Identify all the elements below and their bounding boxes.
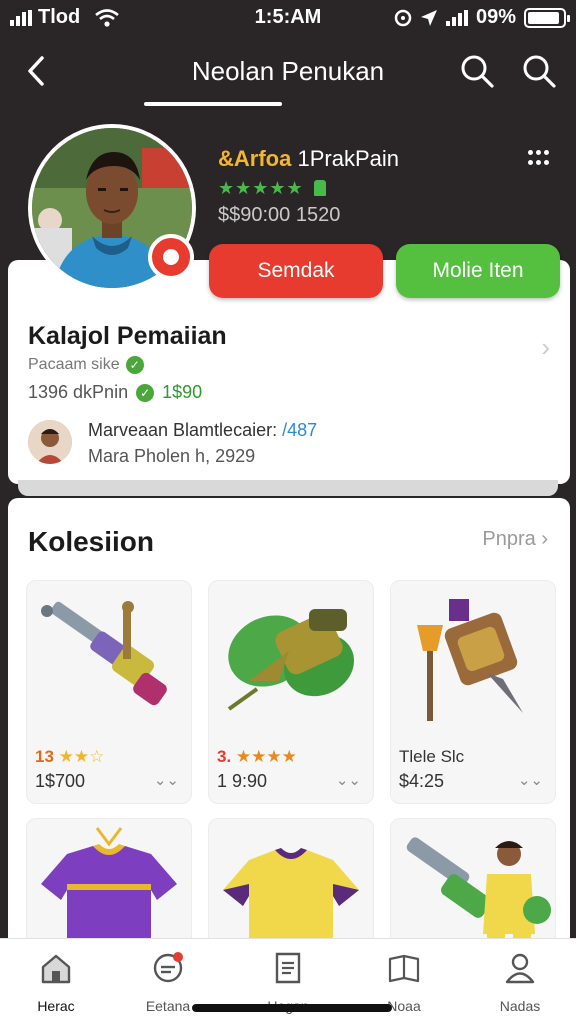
item-price: $4:25 (399, 771, 445, 791)
verified-check-icon: ✓ (125, 356, 144, 374)
battery-percent: 09% (475, 6, 516, 28)
info-title: Kalajol Pemaiian (28, 322, 227, 350)
collection-item[interactable] (208, 818, 374, 964)
top-app-bar: Neolan Penukan (0, 36, 576, 106)
chevron-right-icon: › (541, 528, 548, 550)
more-options-icon[interactable] (526, 146, 552, 172)
seller-price: $$90:00 1520 (218, 204, 341, 226)
collection-item[interactable]: Tlele Slc $4:25 ⌄⌄ (390, 580, 556, 804)
primary-action-button[interactable]: Semdak (209, 244, 383, 298)
status-bar: Tlod 1:5:AM 09% (0, 0, 576, 36)
item-rating-stars: ★★★★ (235, 747, 297, 766)
buyer-date: Mara Pholen h, 2929 (88, 446, 256, 466)
nav-home[interactable]: Herac (6, 951, 106, 1014)
rating-stars: ★★★★★ (218, 178, 304, 198)
title-underline (144, 102, 282, 106)
buyer-id[interactable]: /487 (282, 420, 317, 440)
collection-item[interactable]: 3. ★★★★ 1 9:90 ⌄⌄ (208, 580, 374, 804)
drill-gun-image (41, 601, 167, 706)
item-rating: 3. ★★★★ (217, 747, 297, 767)
profile-icon (505, 953, 535, 984)
info-subtitle: Pacaam sike ✓ (28, 356, 144, 374)
item-rating-number: 13 (35, 747, 54, 766)
seller-name-text: 1PrakPain (297, 146, 399, 171)
cell-signal-icon (445, 9, 468, 26)
buyer-avatar[interactable] (28, 420, 72, 464)
search-icon[interactable] (520, 52, 558, 90)
trophy-icon (313, 180, 326, 196)
item-price: 1$700 (35, 771, 86, 791)
collection-item[interactable] (390, 818, 556, 964)
green-drill-image (227, 609, 355, 711)
seller-name: &Arfoa 1PrakPain (218, 146, 399, 172)
favorite-badge-icon[interactable] (148, 234, 194, 280)
item-rating-stars: ★★☆ (58, 747, 105, 766)
buyer-name-text: Marveaan Blamtlecaier: (88, 420, 278, 440)
seller-name-prefix: &Arfoa (218, 146, 292, 171)
item-rating: Tlele Slc (399, 747, 465, 766)
alarm-icon (394, 9, 412, 26)
collection-see-all-link[interactable]: Pnpra › (482, 528, 548, 551)
card-divider (18, 480, 558, 496)
item-rating-number: 3. (217, 747, 232, 766)
collection-item[interactable] (26, 818, 192, 964)
chat-icon (153, 952, 183, 983)
nav-home-label: Herac (37, 998, 75, 1014)
info-subtitle-text: Pacaam sike (28, 356, 120, 373)
secondary-action-button[interactable]: Molie Iten (396, 244, 560, 298)
chevron-down-icon[interactable]: ⌄⌄ (518, 771, 543, 789)
location-icon (420, 9, 437, 26)
hammer-blade-image (417, 599, 523, 721)
chevron-right-icon[interactable]: › (541, 332, 550, 363)
see-all-label: Pnpra (482, 528, 536, 550)
verified-check-icon: ✓ (136, 383, 155, 402)
seller-rating: ★★★★★ (218, 178, 326, 199)
person-icon (28, 420, 72, 464)
search-icon[interactable] (458, 52, 496, 90)
item-price: 1 9:90 (217, 771, 268, 791)
document-icon (275, 952, 301, 984)
battery-icon (524, 7, 570, 28)
book-icon (388, 954, 420, 983)
item-rating: 13 ★★☆ (35, 747, 104, 767)
home-icon (41, 954, 71, 984)
collection-title: Kolesiion (28, 526, 155, 557)
chevron-down-icon[interactable]: ⌄⌄ (336, 771, 361, 789)
chevron-down-icon[interactable]: ⌄⌄ (154, 771, 179, 789)
info-meta-count: 1396 dkPnin (28, 382, 129, 402)
collection-item[interactable]: 13 ★★☆ 1$700 ⌄⌄ (26, 580, 192, 804)
nav-profile-label: Nadas (499, 998, 541, 1014)
info-meta-price: 1$90 (162, 382, 203, 402)
info-meta: 1396 dkPnin ✓ 1$90 (28, 382, 202, 403)
nav-profile[interactable]: Nadas (470, 951, 570, 1014)
home-indicator (192, 1004, 392, 1012)
buyer-name: Marveaan Blamtlecaier: /487 (88, 420, 317, 441)
